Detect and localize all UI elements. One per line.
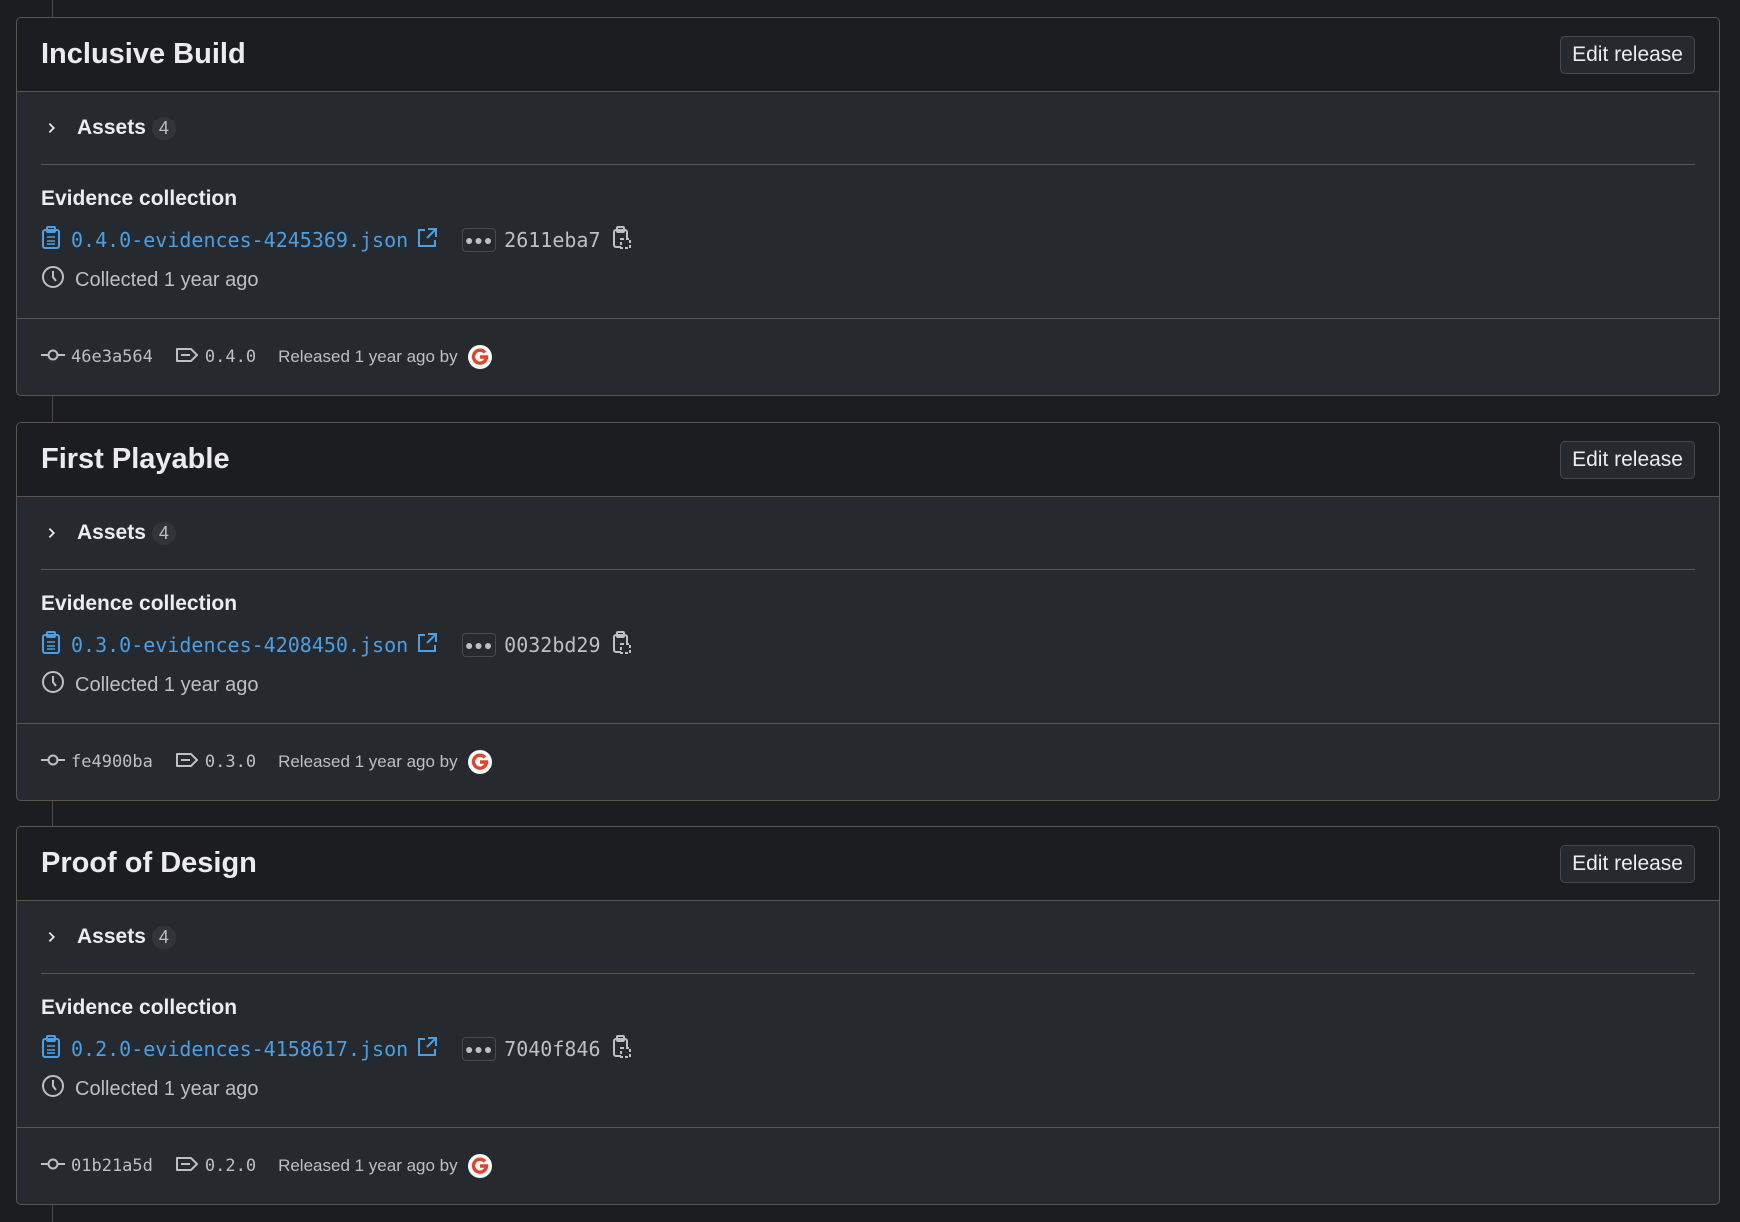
assets-label: Assets [77,521,146,544]
chevron-right-icon [45,924,69,950]
evidence-hash: 0032bd29 [504,633,601,657]
assets-label: Assets [77,116,146,139]
tag-link[interactable]: 0.3.0 [205,752,256,772]
author-avatar[interactable] [467,750,492,774]
release-card: First Playable Edit release Assets 4 Evi… [16,422,1720,801]
external-link-icon[interactable] [416,227,438,254]
collected-time: Collected 1 year ago [75,1077,259,1100]
release-header: First Playable Edit release [17,423,1719,497]
evidence-file-link[interactable]: 0.4.0-evidences-4245369.json [71,228,408,252]
evidence-section: Evidence collection 0.3.0-evidences-4208… [17,570,1719,724]
clock-icon [41,670,65,700]
clipboard-icon [41,630,61,660]
release-footer: fe4900ba 0.3.0 Released 1 year ago by [17,724,1719,800]
assets-label: Assets [77,925,146,948]
release-card: Inclusive Build Edit release Assets 4 Ev… [16,17,1720,396]
commit-meta: 01b21a5d [41,1156,153,1176]
assets-count-badge: 4 [151,521,176,545]
evidence-file-link[interactable]: 0.2.0-evidences-4158617.json [71,1037,408,1061]
assets-toggle[interactable]: Assets 4 [41,92,1695,165]
release-title[interactable]: Proof of Design [41,847,257,880]
commit-meta: 46e3a564 [41,347,153,367]
release-footer: 01b21a5d 0.2.0 Released 1 year ago by [17,1128,1719,1204]
evidence-title: Evidence collection [41,592,238,615]
commit-sha-link[interactable]: 46e3a564 [71,347,153,367]
commit-meta: fe4900ba [41,752,153,772]
evidence-title: Evidence collection [41,187,238,210]
released-text: Released 1 year ago by [278,1156,458,1175]
external-link-icon[interactable] [416,632,438,659]
released-text: Released 1 year ago by [278,347,458,366]
chevron-right-icon [45,520,69,546]
clock-icon [41,1074,65,1104]
external-link-icon[interactable] [416,1036,438,1063]
edit-release-button[interactable]: Edit release [1560,844,1695,883]
commit-sha-link[interactable]: 01b21a5d [71,1156,153,1176]
commit-icon [41,348,71,367]
copy-icon[interactable] [612,1034,632,1064]
commit-icon [41,753,71,772]
assets-toggle[interactable]: Assets 4 [41,497,1695,570]
copy-icon[interactable] [612,225,632,255]
release-card: Proof of Design Edit release Assets 4 Ev… [16,826,1720,1205]
released-text: Released 1 year ago by [278,752,458,771]
commit-sha-link[interactable]: fe4900ba [71,752,153,772]
tag-meta: 0.2.0 [175,1156,256,1177]
chevron-right-icon [45,115,69,141]
author-avatar[interactable] [467,345,492,369]
edit-release-button[interactable]: Edit release [1560,35,1695,74]
release-title[interactable]: First Playable [41,443,230,476]
ellipsis-button[interactable]: ●●● [462,633,497,657]
ellipsis-button[interactable]: ●●● [462,228,497,252]
assets-count-badge: 4 [151,116,176,140]
release-footer: 46e3a564 0.4.0 Released 1 year ago by [17,319,1719,395]
clipboard-icon [41,1034,61,1064]
release-header: Inclusive Build Edit release [17,18,1719,92]
tag-meta: 0.3.0 [175,752,256,773]
collected-time: Collected 1 year ago [75,673,259,696]
evidence-section: Evidence collection 0.2.0-evidences-4158… [17,974,1719,1128]
evidence-file-link[interactable]: 0.3.0-evidences-4208450.json [71,633,408,657]
evidence-hash: 2611eba7 [504,228,601,252]
edit-release-button[interactable]: Edit release [1560,440,1695,479]
release-title[interactable]: Inclusive Build [41,38,246,71]
tag-icon [175,1156,205,1177]
release-header: Proof of Design Edit release [17,827,1719,901]
tag-meta: 0.4.0 [175,347,256,368]
author-avatar[interactable] [467,1154,492,1178]
evidence-hash: 7040f846 [504,1037,601,1061]
commit-icon [41,1157,71,1176]
evidence-title: Evidence collection [41,996,238,1019]
tag-icon [175,347,205,368]
assets-count-badge: 4 [151,925,176,949]
clock-icon [41,265,65,295]
evidence-section: Evidence collection 0.4.0-evidences-4245… [17,165,1719,319]
tag-link[interactable]: 0.4.0 [205,347,256,367]
assets-toggle[interactable]: Assets 4 [41,901,1695,974]
tag-link[interactable]: 0.2.0 [205,1156,256,1176]
collected-time: Collected 1 year ago [75,268,259,291]
copy-icon[interactable] [612,630,632,660]
clipboard-icon [41,225,61,255]
tag-icon [175,752,205,773]
ellipsis-button[interactable]: ●●● [462,1037,497,1061]
